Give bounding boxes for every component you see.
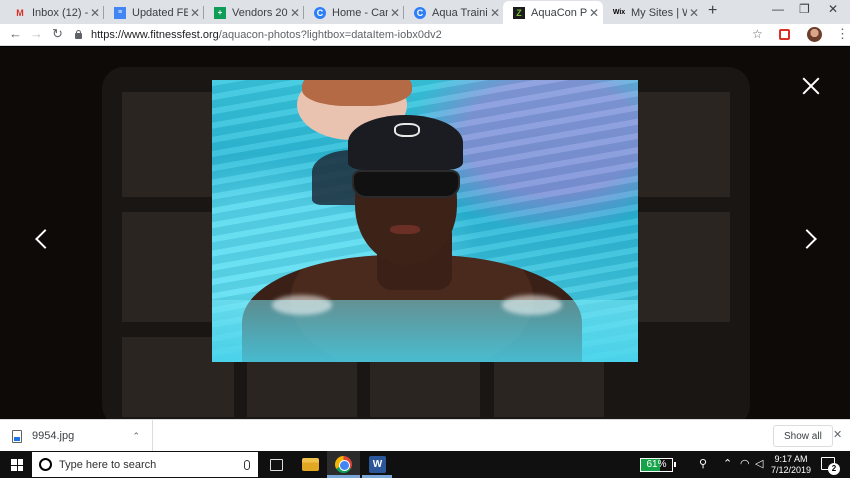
tab-gmail[interactable]: M Inbox (12) - gre ✕ xyxy=(4,1,104,24)
back-arrow-icon[interactable]: ← xyxy=(9,26,22,41)
close-tab-icon[interactable]: ✕ xyxy=(388,6,402,20)
windows-logo-pane xyxy=(11,465,17,471)
tab-updated-festiv[interactable]: ≡ Updated FESTiv ✕ xyxy=(104,1,204,24)
tab-title: Aqua Training In xyxy=(432,6,488,19)
google-sheets-icon: + xyxy=(214,6,226,19)
url-host: https://www.fitnessfest.org xyxy=(91,28,219,41)
cortana-icon xyxy=(39,458,52,471)
url-path: /aquacon-photos?lightbox=dataItem-iobx0d… xyxy=(218,28,442,41)
tab-vendors[interactable]: + Vendors 2020 - ✕ xyxy=(204,1,304,24)
close-shelf-icon[interactable]: ✕ xyxy=(833,428,842,441)
canva-icon: C xyxy=(314,6,326,19)
minimize-icon[interactable]: — xyxy=(772,2,784,16)
task-view-icon[interactable] xyxy=(270,459,283,471)
battery-indicator[interactable]: 61% xyxy=(640,458,676,472)
forward-arrow-icon[interactable]: → xyxy=(30,26,43,41)
system-clock[interactable]: 9:17 AM 7/12/2019 xyxy=(768,454,814,476)
word-icon[interactable]: W xyxy=(369,456,386,473)
close-tab-icon[interactable]: ✕ xyxy=(88,6,102,20)
downloads-shelf: 9954.jpg ⌃ Show all ✕ xyxy=(0,419,850,452)
tab-aquacon[interactable]: Z AquaCon Prese ✕ xyxy=(503,1,603,24)
tab-title: AquaCon Prese xyxy=(531,6,587,19)
extension-icon[interactable] xyxy=(779,29,790,40)
show-all-button[interactable]: Show all xyxy=(773,425,833,447)
gmail-icon: M xyxy=(16,7,24,18)
google-docs-icon: ≡ xyxy=(114,6,126,19)
download-file-name: 9954.jpg xyxy=(32,430,75,442)
swimmer-sunglasses xyxy=(352,170,460,198)
background-swimmer-hair xyxy=(302,80,412,106)
lightbox-photo xyxy=(212,80,638,362)
wifi-icon[interactable]: ◠ xyxy=(740,457,750,470)
close-tab-icon[interactable]: ✕ xyxy=(188,6,202,20)
canva-icon: C xyxy=(414,6,426,19)
windows-logo-pane xyxy=(17,465,23,471)
page-viewport xyxy=(0,47,850,419)
previous-image-arrow-icon[interactable] xyxy=(35,229,55,249)
search-placeholder: Type here to search xyxy=(59,458,157,471)
tab-title: Updated FESTiv xyxy=(132,6,188,19)
chevron-up-icon[interactable]: ⌃ xyxy=(132,431,140,442)
windows-logo-pane xyxy=(17,459,23,465)
microphone-icon[interactable] xyxy=(244,459,250,470)
reload-icon[interactable]: ↻ xyxy=(52,26,63,42)
next-image-arrow-icon[interactable] xyxy=(797,229,817,249)
show-hidden-icons-icon[interactable]: ⌃ xyxy=(723,457,732,470)
new-tab-button[interactable]: + xyxy=(708,2,717,20)
clock-time: 9:17 AM xyxy=(774,454,808,464)
swimmer-mouth xyxy=(390,225,420,234)
cap-logo xyxy=(394,123,420,137)
file-explorer-icon[interactable] xyxy=(302,458,319,471)
lightbox-close-icon[interactable] xyxy=(802,77,820,95)
restore-icon[interactable]: ❐ xyxy=(799,2,810,16)
tab-canva-home[interactable]: C Home - Canva ✕ xyxy=(304,1,404,24)
image-file-icon xyxy=(12,429,22,443)
close-tab-icon[interactable]: ✕ xyxy=(488,6,502,20)
gallery-thumbnail xyxy=(638,212,730,322)
address-bar[interactable]: https://www.fitnessfest.org/aquacon-phot… xyxy=(74,25,774,44)
people-icon[interactable]: ⚲ xyxy=(699,457,707,470)
browser-toolbar: ← → ↻ https://www.fitnessfest.org/aquaco… xyxy=(0,24,850,46)
browser-tab-strip: M Inbox (12) - gre ✕ ≡ Updated FESTiv ✕ … xyxy=(0,0,850,24)
tab-wix[interactable]: Wix My Sites | Wix.c ✕ xyxy=(603,1,703,24)
tab-title: My Sites | Wix.c xyxy=(631,6,687,19)
tab-title: Inbox (12) - gre xyxy=(32,6,88,19)
tab-title: Vendors 2020 - xyxy=(232,6,288,19)
tab-aqua-training[interactable]: C Aqua Training In ✕ xyxy=(404,1,504,24)
aquacon-icon: Z xyxy=(513,6,525,19)
gallery-thumbnail xyxy=(247,357,357,417)
bookmark-star-icon[interactable]: ☆ xyxy=(752,27,763,41)
close-tab-icon[interactable]: ✕ xyxy=(587,6,601,20)
volume-icon[interactable]: ◁ xyxy=(755,457,763,470)
notification-count-badge: 2 xyxy=(828,463,840,475)
water-splash xyxy=(272,295,332,315)
taskbar-search-box[interactable]: Type here to search xyxy=(32,452,258,477)
windows-taskbar: Type here to search W 61% ⚲ ⌃ ◠ ◁ 9:17 A… xyxy=(0,451,850,478)
close-tab-icon[interactable]: ✕ xyxy=(687,6,701,20)
wix-icon: Wix xyxy=(612,9,626,16)
water-splash xyxy=(502,295,562,315)
windows-start-icon[interactable] xyxy=(11,459,23,471)
clock-date: 7/12/2019 xyxy=(770,465,812,475)
gallery-thumbnail xyxy=(494,357,604,417)
chrome-icon[interactable] xyxy=(335,456,352,473)
close-tab-icon[interactable]: ✕ xyxy=(288,6,302,20)
gallery-thumbnail xyxy=(370,357,480,417)
download-item[interactable]: 9954.jpg ⌃ xyxy=(0,420,153,452)
gallery-thumbnail xyxy=(638,92,730,197)
tab-title: Home - Canva xyxy=(332,6,388,19)
profile-avatar[interactable] xyxy=(807,27,822,42)
browser-menu-icon[interactable]: ⋮ xyxy=(836,26,849,42)
windows-logo-pane xyxy=(11,459,17,465)
window-close-icon[interactable]: ✕ xyxy=(828,2,838,16)
lock-icon xyxy=(74,30,83,39)
